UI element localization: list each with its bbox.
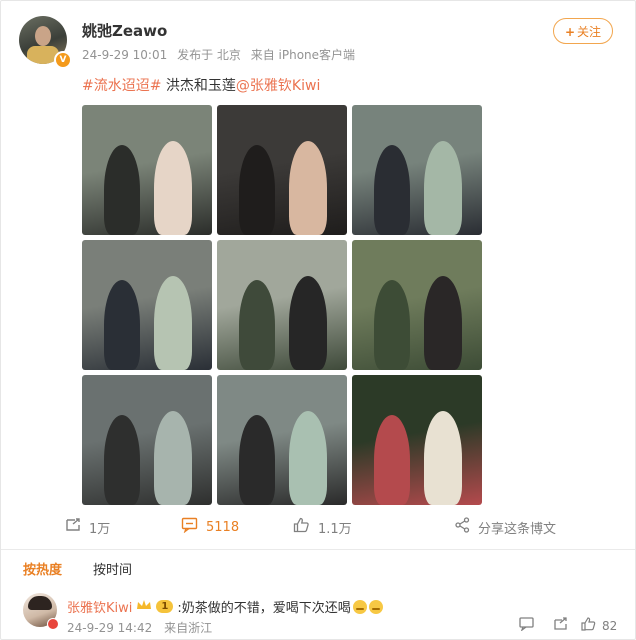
- photo-figure: [104, 145, 140, 235]
- post-mention[interactable]: @张雅钦Kiwi: [236, 78, 320, 94]
- photo-figure: [239, 145, 275, 235]
- photo-thumbnail[interactable]: [82, 240, 212, 370]
- commenter-name[interactable]: 张雅钦Kiwi: [67, 597, 132, 616]
- thumb-icon: [581, 617, 596, 634]
- repost-comment-icon: [553, 617, 568, 634]
- action-bar: 1万 5118 1.1万 分享这条博文: [1, 507, 635, 543]
- photo-thumbnail[interactable]: [352, 240, 482, 370]
- photo-figure: [154, 276, 192, 370]
- repost-comment-button[interactable]: [553, 617, 568, 634]
- photo-figure: [424, 411, 462, 505]
- post-card: V 姚弛Zeawo 24-9-29 10:01 发布于 北京 来自 iPhone…: [0, 0, 636, 640]
- follow-label: 关注: [577, 25, 602, 39]
- post-meta: 24-9-29 10:01 发布于 北京 来自 iPhone客户端: [82, 46, 361, 63]
- reply-icon: [519, 617, 534, 634]
- comment-icon: [181, 517, 198, 537]
- post-text: #流水迢迢# 洪杰和玉莲@张雅钦Kiwi: [82, 75, 320, 95]
- reply-button[interactable]: [519, 617, 534, 634]
- like-icon: [293, 517, 310, 537]
- photo-thumbnail[interactable]: [217, 240, 347, 370]
- author-name[interactable]: 姚弛Zeawo: [82, 20, 167, 41]
- emoji-icon: [368, 599, 383, 614]
- avatar-face: [35, 26, 51, 46]
- comment-like-button[interactable]: 82: [581, 617, 617, 634]
- photo-figure: [154, 411, 192, 505]
- crown-icon: [136, 599, 152, 615]
- comment-line: 张雅钦Kiwi 1 :奶茶做的不错，爱喝下次还喝: [67, 597, 383, 616]
- photo-figure: [239, 415, 275, 505]
- photo-thumbnail[interactable]: [217, 105, 347, 235]
- sort-by-hot[interactable]: 按热度: [23, 559, 62, 578]
- comment-meta: 24-9-29 14:42 来自浙江: [67, 619, 220, 636]
- post-source: 来自 iPhone客户端: [250, 48, 356, 62]
- share-label: 分享这条博文: [478, 521, 557, 537]
- comment-like-count: 82: [602, 618, 618, 633]
- photo-figure: [289, 411, 327, 505]
- level-badge: 1: [156, 600, 174, 613]
- photo-figure: [374, 415, 410, 505]
- post-hashtag[interactable]: #流水迢迢#: [82, 78, 161, 94]
- photo-figure: [239, 280, 275, 370]
- comment-timestamp: 24-9-29 14:42: [67, 621, 153, 635]
- like-button[interactable]: 1.1万: [293, 517, 352, 537]
- share-button[interactable]: 分享这条博文: [455, 517, 556, 537]
- repost-button[interactable]: 1万: [65, 517, 110, 537]
- photo-thumbnail[interactable]: [82, 375, 212, 505]
- post-body: 洪杰和玉莲: [161, 78, 236, 94]
- photo-figure: [289, 141, 327, 235]
- image-grid: [82, 105, 482, 505]
- repost-count: 1万: [89, 521, 111, 537]
- commenter-verified-icon: [47, 618, 59, 630]
- photo-thumbnail[interactable]: [352, 375, 482, 505]
- share-icon: [455, 517, 470, 537]
- photo-figure: [104, 415, 140, 505]
- comment-location: 来自浙江: [164, 621, 213, 635]
- comment-count: 5118: [206, 519, 240, 535]
- photo-figure: [104, 280, 140, 370]
- follow-button[interactable]: + 关注: [553, 18, 613, 44]
- photo-figure: [424, 276, 462, 370]
- comment-button[interactable]: 5118: [181, 517, 239, 537]
- like-count: 1.1万: [318, 521, 352, 537]
- verified-badge-icon: V: [54, 51, 72, 69]
- post-location: 发布于 北京: [177, 48, 241, 62]
- comment-text: :奶茶做的不错，爱喝下次还喝: [177, 601, 351, 616]
- photo-figure: [289, 276, 327, 370]
- sort-by-time[interactable]: 按时间: [93, 559, 132, 578]
- emoji-icon: [352, 599, 367, 614]
- photo-thumbnail[interactable]: [82, 105, 212, 235]
- photo-thumbnail[interactable]: [217, 375, 347, 505]
- photo-figure: [374, 280, 410, 370]
- photo-thumbnail[interactable]: [352, 105, 482, 235]
- plus-icon: +: [564, 25, 576, 39]
- repost-icon: [65, 517, 81, 537]
- photo-figure: [424, 141, 462, 235]
- photo-figure: [154, 141, 192, 235]
- divider: [1, 549, 635, 550]
- avatar-hair: [28, 596, 52, 610]
- photo-figure: [374, 145, 410, 235]
- post-timestamp[interactable]: 24-9-29 10:01: [82, 48, 167, 62]
